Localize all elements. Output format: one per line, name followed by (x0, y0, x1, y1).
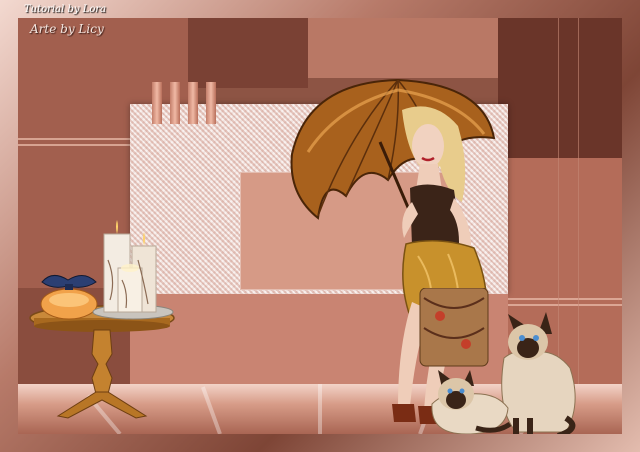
artist-signature: Arte by Licy (30, 22, 104, 36)
stripe (508, 304, 622, 306)
pillar (206, 82, 216, 124)
pillar (170, 82, 180, 124)
tutorial-watermark: Tutorial by Lora (24, 4, 107, 15)
pillar (152, 82, 162, 124)
stripe (18, 138, 130, 140)
artwork-canvas: Tutorial by Lora Arte by Licy (0, 0, 640, 452)
siamese-cat-lying (431, 370, 512, 434)
candles (92, 220, 174, 320)
floor-ray (318, 384, 322, 434)
stripe (18, 144, 130, 146)
inner-background (18, 18, 622, 434)
bg-panel-top-mid (308, 18, 498, 78)
pillar (188, 82, 198, 124)
stripe (508, 298, 622, 300)
floor-ray (201, 386, 222, 434)
bg-panel-right-dark (498, 18, 622, 158)
